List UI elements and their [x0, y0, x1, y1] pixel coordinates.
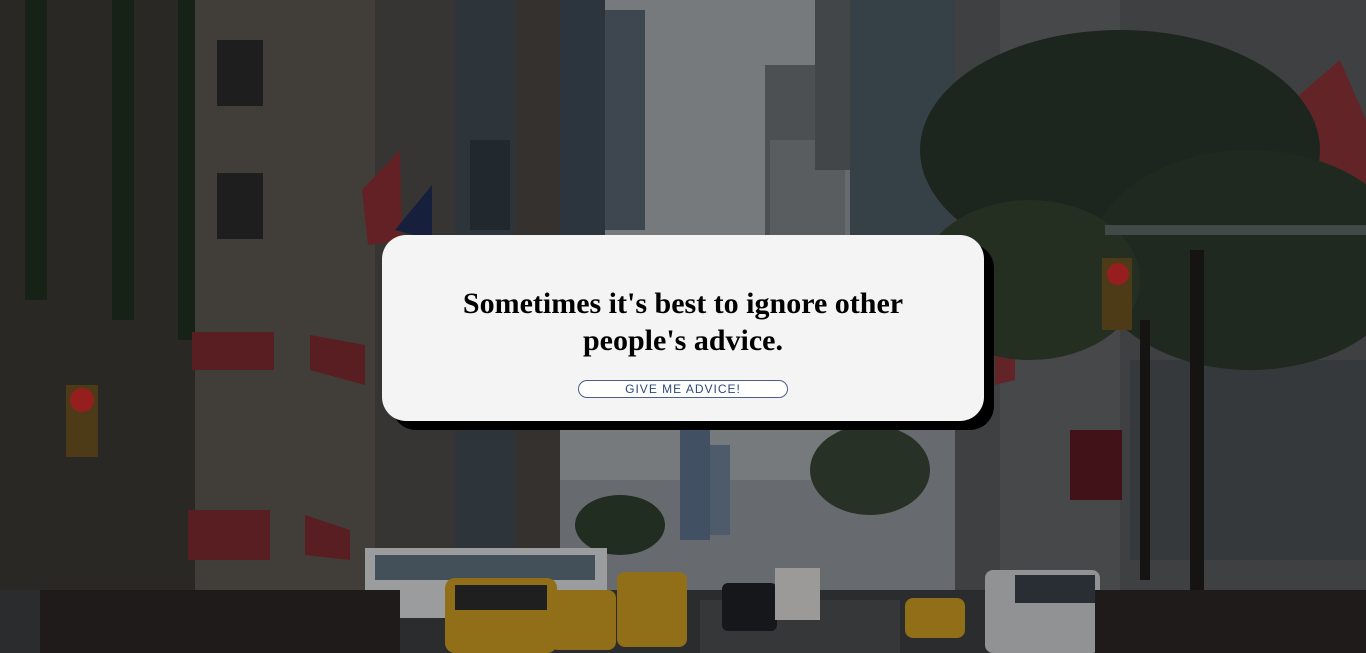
give-me-advice-button[interactable]: GIVE ME ADVICE! — [578, 380, 788, 398]
advice-text: Sometimes it's best to ignore other peop… — [462, 287, 904, 357]
advice-card: Sometimes it's best to ignore other peop… — [382, 235, 984, 421]
